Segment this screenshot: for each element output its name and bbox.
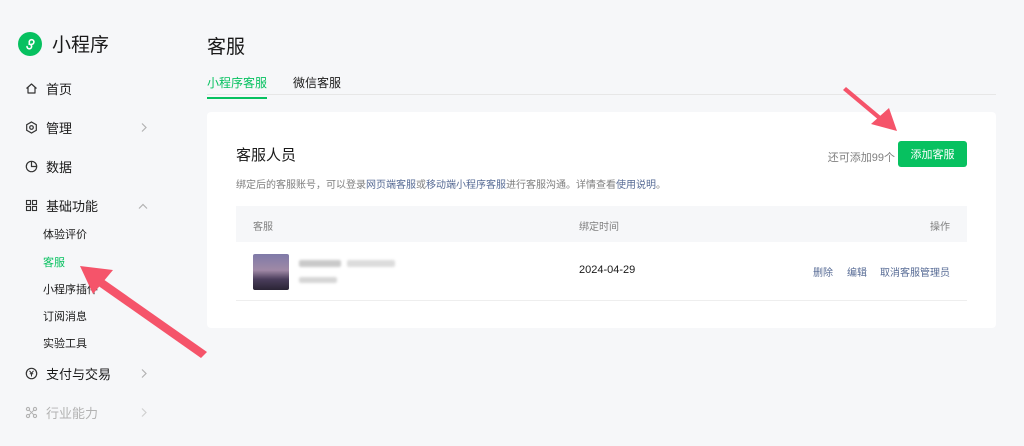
nodes-icon <box>24 406 38 420</box>
sidebar: 小程序 首页 管理 数据 基础功能 体验评价 客服 小程序插件 订阅消息 实验工 <box>0 0 176 446</box>
sidebar-item-manage[interactable]: 管理 <box>24 118 148 137</box>
add-cs-button[interactable]: 添加客服 <box>898 141 967 167</box>
mini-program-logo-icon <box>18 31 42 56</box>
yen-circle-icon <box>24 367 38 381</box>
desc-text: 或 <box>416 180 426 191</box>
sidebar-item-home[interactable]: 首页 <box>24 79 148 98</box>
table-header: 客服 绑定时间 操作 <box>236 206 967 242</box>
cancel-admin-link[interactable]: 取消客服管理员 <box>880 264 950 279</box>
chevron-right-icon <box>140 366 148 381</box>
sidebar-subitem-subscription-messages[interactable]: 订阅消息 <box>43 308 87 324</box>
desc-text: 进行客服沟通。详情查看 <box>506 180 616 191</box>
blurred-role <box>347 260 395 267</box>
sidebar-item-label: 支付与交易 <box>46 367 112 382</box>
sidebar-subitem-plugins[interactable]: 小程序插件 <box>43 281 98 297</box>
web-cs-link[interactable]: 网页端客服 <box>366 180 416 191</box>
sidebar-item-label: 基础功能 <box>46 199 99 214</box>
sidebar-item-label: 首页 <box>46 82 73 97</box>
column-header-cs: 客服 <box>253 222 273 233</box>
page-title: 客服 <box>207 37 246 58</box>
column-header-actions: 操作 <box>930 222 950 233</box>
home-icon <box>24 82 38 96</box>
sidebar-subitem-lab-tools[interactable]: 实验工具 <box>43 335 87 351</box>
mobile-cs-link[interactable]: 移动端小程序客服 <box>426 180 506 191</box>
chevron-right-icon <box>140 405 148 420</box>
table-row: 2024-04-29 删除 编辑 取消客服管理员 <box>236 242 967 301</box>
gear-icon <box>24 121 38 135</box>
sidebar-item-data[interactable]: 数据 <box>24 157 148 176</box>
sidebar-item-label: 管理 <box>46 121 73 136</box>
sidebar-subitem-customer-service[interactable]: 客服 <box>43 254 65 270</box>
usage-guide-link[interactable]: 使用说明 <box>616 180 656 191</box>
tab-mini-program-cs[interactable]: 小程序客服 <box>207 74 268 99</box>
tab-wechat-cs[interactable]: 微信客服 <box>293 74 341 97</box>
blurred-nickname <box>299 260 341 267</box>
chevron-up-icon <box>138 198 148 213</box>
pie-chart-icon <box>24 160 38 174</box>
bind-time: 2024-04-29 <box>579 264 636 276</box>
edit-link[interactable]: 编辑 <box>847 264 867 279</box>
sidebar-item-label: 数据 <box>46 160 73 175</box>
card-description: 绑定后的客服账号，可以登录网页端客服或移动端小程序客服进行客服沟通。详情查看使用… <box>236 176 666 191</box>
column-header-bind-time: 绑定时间 <box>579 222 619 233</box>
app-name: 小程序 <box>52 35 110 56</box>
sidebar-item-basic-features[interactable]: 基础功能 <box>24 196 148 215</box>
remaining-quota: 还可添加99个 <box>827 152 895 164</box>
sidebar-item-label: 行业能力 <box>46 406 99 421</box>
blurred-account <box>299 277 337 283</box>
card-title: 客服人员 <box>236 147 297 164</box>
chevron-right-icon <box>140 120 148 135</box>
delete-link[interactable]: 删除 <box>813 264 833 279</box>
grid-icon <box>24 199 38 213</box>
app-logo[interactable]: 小程序 <box>18 30 109 57</box>
desc-text: 绑定后的客服账号，可以登录 <box>236 180 366 191</box>
sidebar-item-payment[interactable]: 支付与交易 <box>24 364 148 383</box>
tab-bar: 小程序客服 微信客服 <box>207 66 996 99</box>
sidebar-item-industry[interactable]: 行业能力 <box>24 403 148 422</box>
desc-text: 。 <box>656 180 666 191</box>
sidebar-subitem-experience-review[interactable]: 体验评价 <box>43 226 87 242</box>
cs-avatar <box>253 254 289 290</box>
cs-staff-card: 客服人员 还可添加99个 添加客服 绑定后的客服账号，可以登录网页端客服或移动端… <box>207 112 996 328</box>
